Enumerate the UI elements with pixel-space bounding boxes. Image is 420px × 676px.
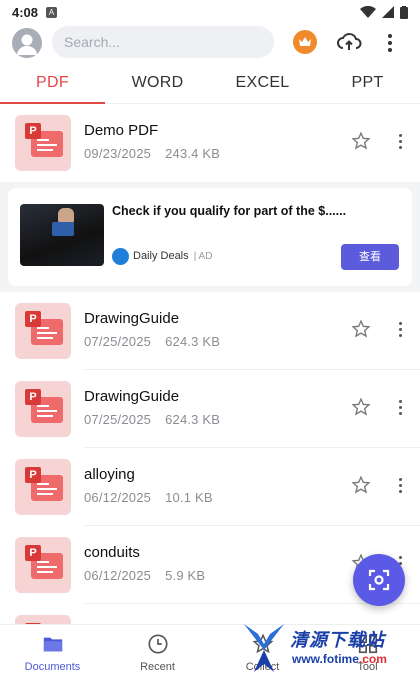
list-item[interactable]: P Demo PDF 09/23/2025 243.4 KB	[0, 104, 420, 182]
file-date: 07/25/2025	[84, 334, 152, 349]
more-vert-icon[interactable]	[392, 130, 408, 152]
search-input[interactable]	[52, 26, 274, 58]
bottom-nav: Documents Recent Collect Tool	[0, 624, 420, 676]
file-meta: 07/25/2025 624.3 KB	[84, 334, 220, 349]
more-vert-icon[interactable]	[380, 30, 400, 56]
list-item[interactable]: P DrawingGuide 07/25/2025 624.3 KB	[0, 292, 420, 370]
ad-image	[20, 204, 104, 266]
clock-icon	[147, 634, 168, 654]
folder-icon	[43, 637, 62, 652]
ad-brand: Daily Deals | AD	[133, 250, 212, 262]
ad-brand-logo-icon	[112, 248, 129, 265]
top-toolbar	[0, 24, 420, 62]
cloud-upload-icon[interactable]	[336, 29, 362, 55]
nav-documents[interactable]: Documents	[0, 625, 105, 676]
star-icon[interactable]	[351, 475, 371, 495]
crown-icon[interactable]	[293, 30, 317, 54]
pdf-file-icon: P	[15, 537, 71, 593]
file-meta: 09/23/2025 243.4 KB	[84, 146, 220, 161]
pdf-file-icon: P	[15, 459, 71, 515]
file-date: 06/12/2025	[84, 568, 152, 583]
tab-ppt[interactable]: PPT	[315, 64, 420, 103]
scan-button[interactable]	[353, 554, 405, 606]
nav-tool[interactable]: Tool	[315, 625, 420, 676]
file-size: 5.9 KB	[165, 568, 206, 583]
battery-icon	[400, 5, 408, 19]
file-size: 624.3 KB	[165, 412, 221, 427]
file-name: conduits	[84, 544, 140, 561]
ad-title: Check if you qualify for part of the $..…	[112, 204, 347, 218]
tab-word[interactable]: WORD	[105, 64, 210, 103]
ad-cta-button[interactable]: 查看	[341, 244, 399, 270]
more-vert-icon[interactable]	[392, 318, 408, 340]
star-icon[interactable]	[351, 397, 371, 417]
file-name: DrawingGuide	[84, 388, 180, 405]
file-name: Demo PDF	[84, 122, 159, 139]
ad-tag: | AD	[193, 251, 213, 262]
more-vert-icon[interactable]	[392, 474, 408, 496]
nav-label: Recent	[140, 661, 175, 673]
file-meta: 06/12/2025 10.1 KB	[84, 490, 213, 505]
file-type-tabs: PDF WORD EXCEL PPT	[0, 64, 420, 104]
ad-banner: Check if you qualify for part of the $..…	[0, 182, 420, 292]
tab-pdf[interactable]: PDF	[0, 64, 105, 104]
pdf-file-icon: P	[15, 381, 71, 437]
star-icon	[252, 633, 273, 654]
file-size: 243.4 KB	[165, 146, 221, 161]
signal-icon	[382, 6, 394, 18]
file-date: 09/23/2025	[84, 146, 152, 161]
status-bar: 4:08 A	[0, 0, 420, 24]
nav-collect[interactable]: Collect	[210, 625, 315, 676]
file-name: alloying	[84, 466, 135, 483]
file-size: 10.1 KB	[165, 490, 213, 505]
scan-icon	[368, 569, 390, 591]
file-name: DrawingGuide	[84, 310, 180, 327]
status-time: 4:08	[12, 4, 39, 20]
file-date: 06/12/2025	[84, 490, 152, 505]
grid-icon	[358, 634, 377, 654]
ad-brand-name: Daily Deals	[133, 250, 189, 262]
file-meta: 06/12/2025 5.9 KB	[84, 568, 205, 583]
wifi-icon	[360, 6, 376, 18]
nav-label: Documents	[24, 661, 81, 673]
file-date: 07/25/2025	[84, 412, 152, 427]
list-item[interactable]: P DrawingGuide 07/25/2025 624.3 KB	[0, 370, 420, 448]
ad-card[interactable]: Check if you qualify for part of the $..…	[8, 188, 412, 286]
file-size: 624.3 KB	[165, 334, 221, 349]
pdf-file-icon: P	[15, 115, 71, 171]
tab-excel[interactable]: EXCEL	[210, 64, 315, 103]
more-vert-icon[interactable]	[392, 396, 408, 418]
star-icon[interactable]	[351, 131, 371, 151]
avatar-icon[interactable]	[12, 28, 42, 58]
list-item[interactable]: P alloying 06/12/2025 10.1 KB	[0, 448, 420, 526]
file-meta: 07/25/2025 624.3 KB	[84, 412, 220, 427]
pdf-file-icon: P	[15, 303, 71, 359]
nav-label: Collect	[245, 661, 280, 673]
status-indicators	[360, 5, 408, 19]
nav-label: Tool	[357, 661, 378, 673]
notification-a-icon: A	[46, 6, 58, 18]
star-icon[interactable]	[351, 319, 371, 339]
nav-recent[interactable]: Recent	[105, 625, 210, 676]
